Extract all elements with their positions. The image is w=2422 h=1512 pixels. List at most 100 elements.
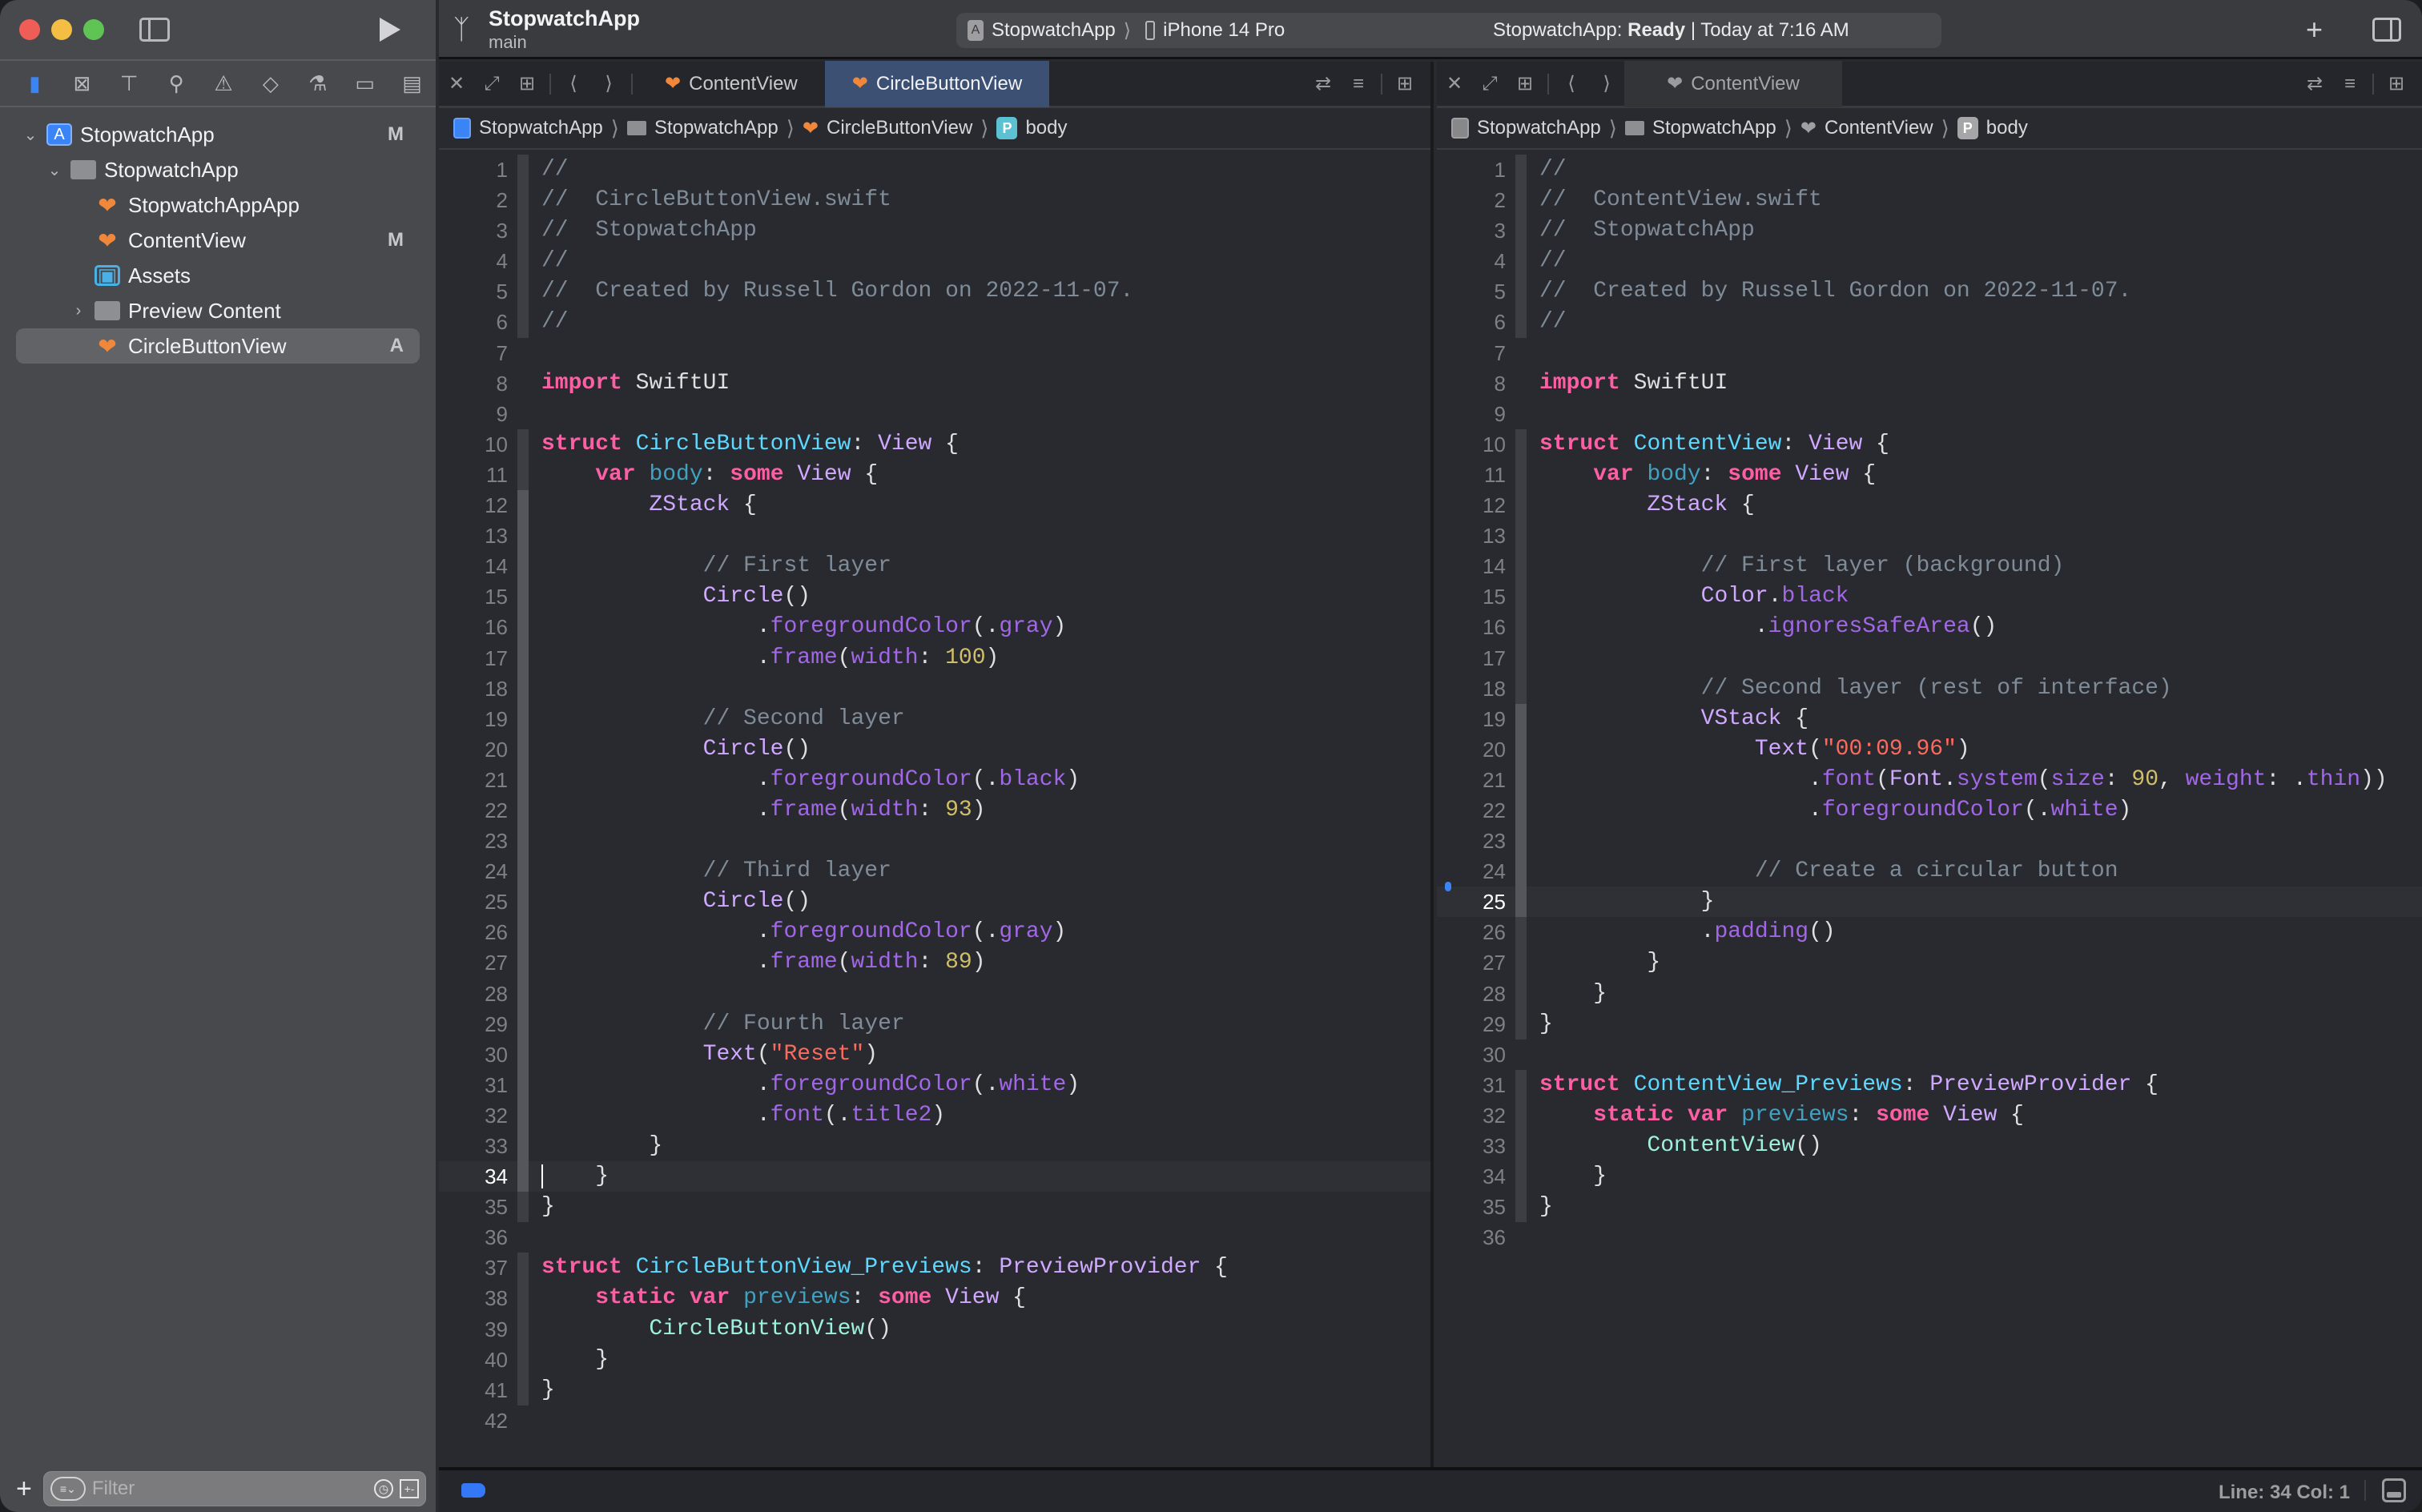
code-line[interactable]: 12 ZStack { xyxy=(1437,490,2422,521)
line-number[interactable]: 29 xyxy=(1437,1009,1506,1040)
code-folding-ribbon[interactable] xyxy=(517,642,529,674)
code-line[interactable]: 29} xyxy=(1437,1008,2422,1040)
code-folding-ribbon[interactable] xyxy=(517,428,529,460)
line-number[interactable]: 10 xyxy=(1437,429,1506,460)
branch-name[interactable]: main xyxy=(489,32,527,53)
line-number[interactable]: 4 xyxy=(439,246,508,276)
line-number[interactable]: 39 xyxy=(439,1314,508,1345)
line-number[interactable]: 7 xyxy=(1437,338,1506,368)
line-number[interactable]: 5 xyxy=(1437,276,1506,307)
code-line[interactable]: 21 .foregroundColor(.black) xyxy=(439,764,1430,795)
code-folding-ribbon[interactable] xyxy=(1515,764,1527,795)
chevron-right-icon[interactable]: › xyxy=(70,302,86,320)
code-line[interactable]: 6 // xyxy=(439,307,1430,338)
zoom-window-button[interactable] xyxy=(83,19,104,40)
code-line[interactable]: 24 // Create a circular button xyxy=(1437,856,2422,887)
code-folding-ribbon[interactable] xyxy=(517,917,529,948)
line-number[interactable]: 35 xyxy=(1437,1192,1506,1222)
code-line[interactable]: 14 // First layer (background) xyxy=(1437,551,2422,582)
code-line[interactable]: 3 // StopwatchApp xyxy=(1437,215,2422,247)
code-folding-ribbon[interactable] xyxy=(517,978,529,1009)
code-line[interactable]: 33 ContentView() xyxy=(1437,1131,2422,1162)
code-line[interactable]: 5 // Created by Russell Gordon on 2022-11… xyxy=(1437,276,2422,308)
code-line[interactable]: 6 // xyxy=(1437,307,2422,338)
line-number[interactable]: 26 xyxy=(1437,917,1506,947)
related-items-icon[interactable]: ⊞ xyxy=(1507,72,1543,95)
code-line[interactable]: 16 .ignoresSafeArea() xyxy=(1437,612,2422,643)
line-number[interactable]: 18 xyxy=(1437,674,1506,704)
line-number[interactable]: 6 xyxy=(1437,307,1506,337)
code-line[interactable]: 32 static var previews: some View { xyxy=(1437,1100,2422,1131)
tree-item[interactable]: ⌄ StopwatchApp xyxy=(16,152,420,187)
code-folding-ribbon[interactable] xyxy=(517,307,529,338)
code-line[interactable]: 18 xyxy=(439,673,1430,704)
code-folding-ribbon[interactable] xyxy=(517,887,529,918)
code-folding-ribbon[interactable] xyxy=(517,490,529,521)
issue-navigator-icon[interactable]: ⚠ xyxy=(200,66,247,101)
code-folding-ribbon[interactable] xyxy=(1515,1069,1527,1100)
line-number[interactable]: 23 xyxy=(1437,826,1506,856)
code-folding-ribbon[interactable] xyxy=(517,734,529,765)
line-number[interactable]: 6 xyxy=(439,307,508,337)
line-number[interactable]: 33 xyxy=(439,1131,508,1161)
tree-item[interactable]: ❤ CircleButtonView A xyxy=(16,328,420,364)
code-line[interactable]: 10 struct CircleButtonView: View { xyxy=(439,428,1430,460)
editor-options-icon[interactable]: ≡ xyxy=(2332,73,2368,95)
code-folding-ribbon[interactable] xyxy=(1515,1040,1527,1070)
code-folding-ribbon[interactable] xyxy=(517,1039,529,1070)
line-number[interactable]: 30 xyxy=(439,1040,508,1070)
code-folding-ribbon[interactable] xyxy=(517,1161,529,1192)
code-line[interactable]: 24 // Third layer xyxy=(439,856,1430,887)
code-line[interactable]: 9 xyxy=(1437,399,2422,429)
code-folding-ribbon[interactable] xyxy=(1515,978,1527,1009)
code-line[interactable]: 17 xyxy=(1437,642,2422,674)
line-number[interactable]: 42 xyxy=(439,1405,508,1436)
code-line[interactable]: 8 import SwiftUI xyxy=(439,368,1430,399)
code-line[interactable]: 39 CircleButtonView() xyxy=(439,1313,1430,1345)
code-folding-ribbon[interactable] xyxy=(1515,1008,1527,1040)
code-folding-ribbon[interactable] xyxy=(517,826,529,857)
line-number[interactable]: 19 xyxy=(1437,704,1506,734)
tab-contentview[interactable]: ❤ ContentView xyxy=(1624,60,1842,107)
code-folding-ribbon[interactable] xyxy=(517,521,529,552)
line-number[interactable]: 23 xyxy=(439,826,508,856)
line-number[interactable]: 36 xyxy=(439,1222,508,1253)
recent-files-icon[interactable]: ◷ xyxy=(374,1479,393,1498)
line-number[interactable]: 37 xyxy=(439,1253,508,1283)
code-folding-ribbon[interactable] xyxy=(517,1374,529,1405)
tree-item[interactable]: ❤ ContentView M xyxy=(16,223,420,258)
code-line[interactable]: 30 xyxy=(1437,1040,2422,1070)
line-number[interactable]: 22 xyxy=(439,795,508,826)
tree-item[interactable]: › Preview Content xyxy=(16,293,420,328)
breakpoints-toggle-icon[interactable] xyxy=(461,1483,485,1498)
code-folding-ribbon[interactable] xyxy=(1515,307,1527,338)
tree-item[interactable]: ▣ Assets xyxy=(16,258,420,293)
line-number[interactable]: 31 xyxy=(1437,1070,1506,1100)
line-number[interactable]: 3 xyxy=(439,215,508,246)
code-folding-ribbon[interactable] xyxy=(517,246,529,277)
code-folding-ribbon[interactable] xyxy=(1515,1192,1527,1223)
filter-options-icon[interactable]: ≡⌄ xyxy=(50,1477,86,1501)
code-line[interactable]: 15 Color.black xyxy=(1437,581,2422,613)
close-editor-icon[interactable]: ✕ xyxy=(439,72,474,95)
code-folding-ribbon[interactable] xyxy=(1515,887,1527,918)
line-number[interactable]: 26 xyxy=(439,917,508,947)
line-number[interactable]: 21 xyxy=(1437,765,1506,795)
tab-contentview[interactable]: ❤ ContentView xyxy=(638,61,825,107)
code-line[interactable]: 20 Text("00:09.96") xyxy=(1437,734,2422,765)
line-number[interactable]: 32 xyxy=(1437,1100,1506,1131)
code-line[interactable]: 20 Circle() xyxy=(439,734,1430,765)
breadcrumb-item[interactable]: CircleButtonView xyxy=(827,117,972,139)
tree-item[interactable]: ⌄ A StopwatchApp M xyxy=(16,117,420,152)
editor-swap-icon[interactable]: ⇄ xyxy=(1306,72,1341,95)
code-folding-ribbon[interactable] xyxy=(517,459,529,491)
code-folding-ribbon[interactable] xyxy=(517,1313,529,1345)
code-folding-ribbon[interactable] xyxy=(517,581,529,613)
line-number[interactable]: 15 xyxy=(1437,581,1506,612)
line-number[interactable]: 8 xyxy=(1437,368,1506,399)
code-line[interactable]: 9 xyxy=(439,399,1430,429)
breadcrumb-item[interactable]: StopwatchApp xyxy=(1477,117,1601,139)
expand-editor-icon[interactable]: ⤢ xyxy=(1472,73,1507,95)
line-number[interactable]: 32 xyxy=(439,1100,508,1131)
toggle-sidebar-icon[interactable] xyxy=(139,18,170,42)
